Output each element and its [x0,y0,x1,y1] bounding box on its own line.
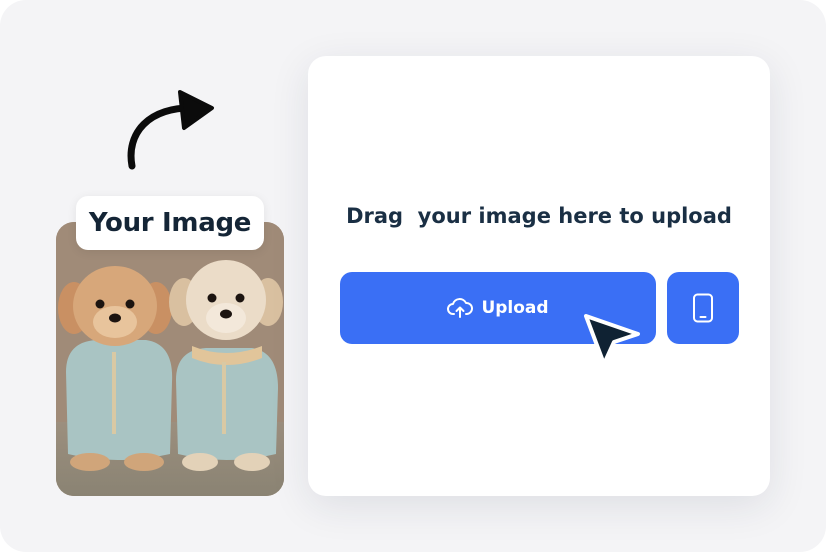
cloud-upload-icon [447,297,474,319]
curved-arrow-icon [127,90,214,170]
upload-panel[interactable]: Drag your image here to upload Upload [308,56,770,496]
dog-left [58,266,173,471]
phone-upload-button[interactable] [667,272,739,344]
drag-instruction: Drag your image here to upload [346,204,732,228]
mouse-pointer-icon [584,314,640,366]
sample-image [56,222,284,496]
upload-button-label: Upload [481,298,549,318]
stage: Your Image Drag your image here to uploa… [0,0,826,552]
dog-right [169,260,283,471]
smartphone-icon [693,293,713,323]
your-image-label: Your Image [76,196,264,250]
